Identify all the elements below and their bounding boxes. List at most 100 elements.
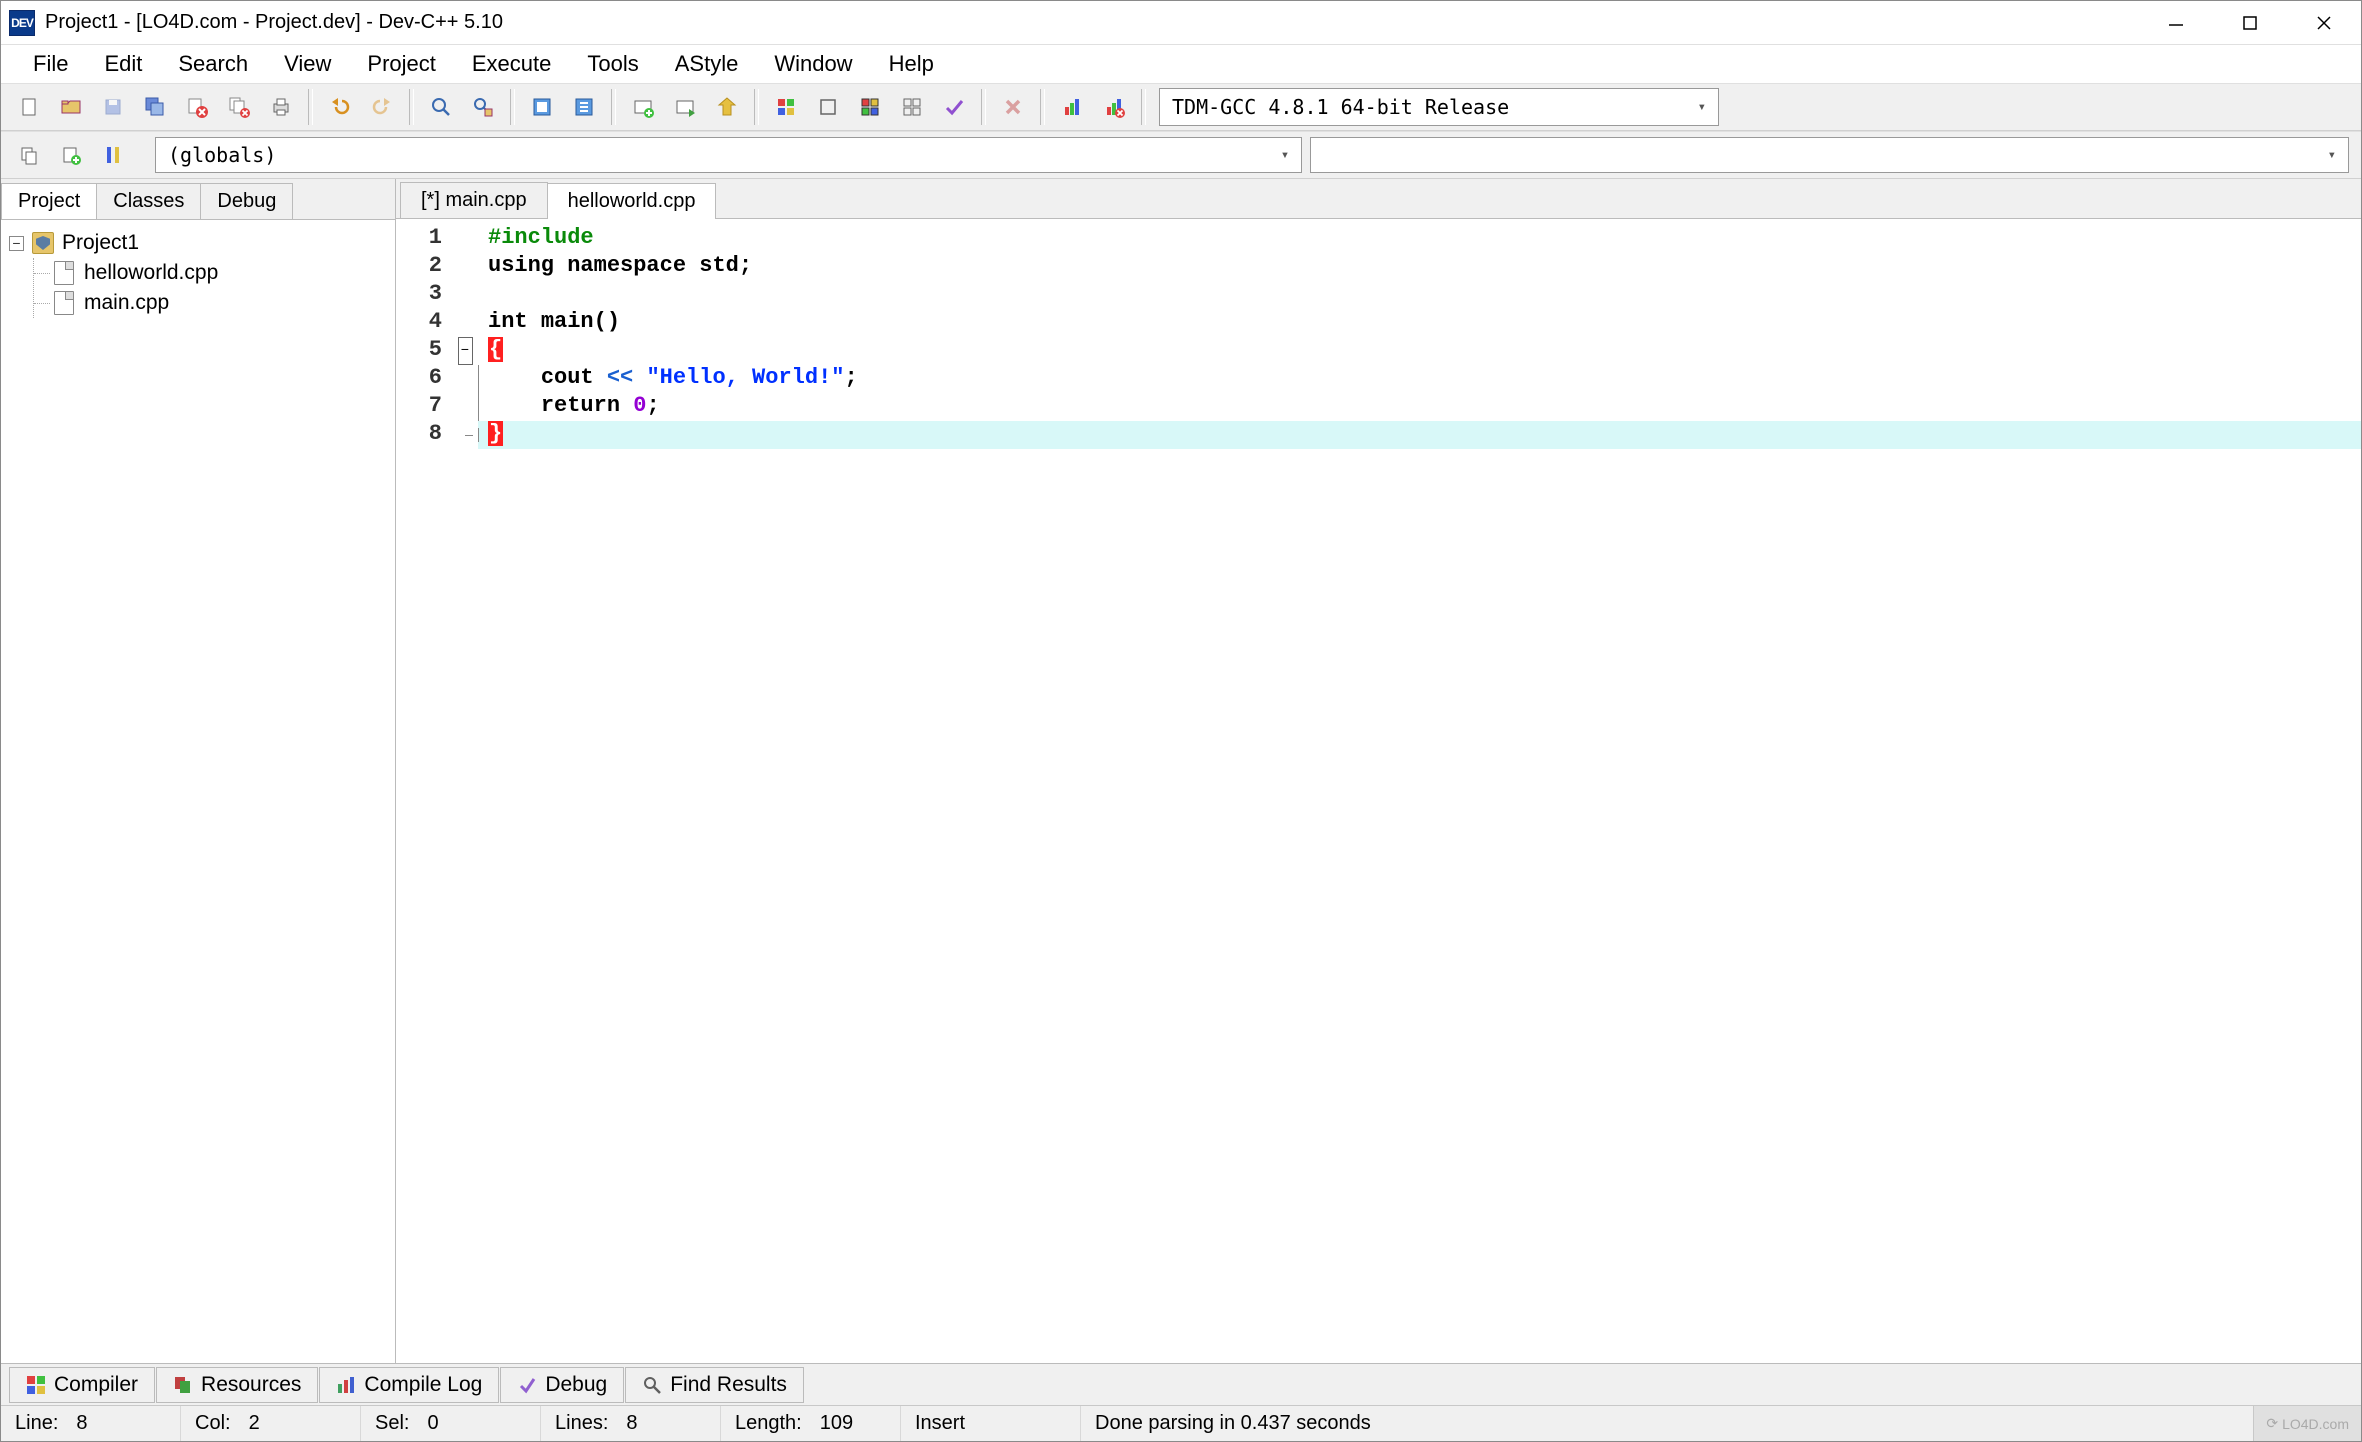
code-editor[interactable]: 12345678−#include using namespace std; i… — [396, 219, 2361, 1363]
code-line[interactable]: return 0; — [488, 393, 2361, 421]
scope-dropdown[interactable]: (globals)▾ — [155, 137, 1302, 173]
left-tab-project[interactable]: Project — [1, 183, 97, 219]
menu-help[interactable]: Help — [871, 47, 952, 81]
editor-tab[interactable]: [*] main.cpp — [400, 182, 548, 218]
new-project-button[interactable] — [10, 136, 48, 174]
status-message: Done parsing in 0.437 seconds — [1081, 1406, 2253, 1441]
output-tab-debug[interactable]: Debug — [500, 1367, 624, 1403]
code-lines[interactable]: #include using namespace std; int main()… — [478, 219, 2361, 1363]
output-tab-find-results[interactable]: Find Results — [625, 1367, 804, 1403]
status-insert-mode: Insert — [901, 1406, 1081, 1441]
tree-file-item[interactable]: helloworld.cpp — [34, 258, 391, 288]
file-icon — [54, 291, 74, 315]
goto-bookmark-button[interactable] — [565, 88, 603, 126]
secondary-toolbar: (globals)▾▾ — [1, 131, 2361, 179]
compiler-dropdown[interactable]: TDM-GCC 4.8.1 64-bit Release▾ — [1159, 88, 1719, 126]
menu-view[interactable]: View — [266, 47, 349, 81]
add-file-button[interactable] — [52, 136, 90, 174]
code-line[interactable] — [488, 281, 2361, 309]
compile-button[interactable] — [624, 88, 662, 126]
menu-execute[interactable]: Execute — [454, 47, 570, 81]
output-tab-resources[interactable]: Resources — [156, 1367, 318, 1403]
code-line[interactable]: } — [478, 421, 2361, 449]
project-panel: ProjectClassesDebug −Project1 helloworld.… — [1, 179, 396, 1363]
output-tabs: CompilerResources Compile Log Debug Find Re… — [1, 1363, 2361, 1405]
watermark-corner: ⟳LO4D.com — [2253, 1406, 2361, 1441]
output-tab-compile-log[interactable]: Compile Log — [319, 1367, 499, 1403]
editor-tabs: [*] main.cpphelloworld.cpp — [396, 179, 2361, 219]
toolbar-separator — [409, 89, 414, 125]
close-all-button[interactable] — [220, 88, 258, 126]
chevron-down-icon: ▾ — [2328, 147, 2336, 163]
profile-button[interactable] — [851, 88, 889, 126]
save-button — [94, 88, 132, 126]
debug-button[interactable] — [893, 88, 931, 126]
tree-root-row[interactable]: −Project1 — [5, 228, 391, 258]
run-button[interactable] — [666, 88, 704, 126]
stop-button — [994, 88, 1032, 126]
redo-button — [363, 88, 401, 126]
left-tab-classes[interactable]: Classes — [96, 183, 201, 219]
toggle-bookmark-button[interactable] — [523, 88, 561, 126]
rebuild-button[interactable] — [767, 88, 805, 126]
window-title: Project1 - [LO4D.com - Project.dev] - De… — [45, 11, 503, 34]
project-panel-tabs: ProjectClassesDebug — [1, 179, 395, 219]
profiling-results-button[interactable] — [1053, 88, 1091, 126]
menu-project[interactable]: Project — [349, 47, 453, 81]
open-file-button[interactable] — [52, 88, 90, 126]
fold-toggle-icon[interactable]: − — [458, 337, 473, 365]
replace-button[interactable] — [464, 88, 502, 126]
toolbar-separator — [308, 89, 313, 125]
output-tab-label: Compile Log — [364, 1373, 482, 1397]
project-tree[interactable]: −Project1 helloworld.cpp main.cpp — [1, 219, 395, 1363]
close-file-button[interactable] — [178, 88, 216, 126]
menu-window[interactable]: Window — [756, 47, 870, 81]
undo-button[interactable] — [321, 88, 359, 126]
compile-run-button[interactable] — [708, 88, 746, 126]
project-options-button[interactable] — [94, 136, 132, 174]
editor-tab[interactable]: helloworld.cpp — [547, 183, 717, 219]
editor-area: [*] main.cpphelloworld.cpp 12345678−#inc… — [396, 179, 2361, 1363]
find-button[interactable] — [422, 88, 460, 126]
delete-profiling-button[interactable] — [1095, 88, 1133, 126]
output-tab-label: Debug — [545, 1373, 607, 1397]
status-lines: Lines:8 — [541, 1406, 721, 1441]
tree-file-label: helloworld.cpp — [84, 261, 218, 285]
main-toolbar: TDM-GCC 4.8.1 64-bit Release▾ — [1, 83, 2361, 131]
line-number-gutter: 12345678 — [396, 219, 452, 1363]
left-tab-debug[interactable]: Debug — [200, 183, 293, 219]
compiler-icon — [26, 1375, 46, 1395]
toolbar-separator — [1141, 89, 1146, 125]
app-icon: DEV — [9, 10, 35, 36]
syntax-check-button[interactable] — [809, 88, 847, 126]
menu-tools[interactable]: Tools — [569, 47, 656, 81]
tree-collapse-icon[interactable]: − — [9, 236, 24, 251]
save-all-button[interactable] — [136, 88, 174, 126]
toolbar-separator — [981, 89, 986, 125]
fold-gutter: − — [452, 219, 478, 1363]
main-split: ProjectClassesDebug −Project1 helloworld.… — [1, 179, 2361, 1363]
output-tab-compiler[interactable]: Compiler — [9, 1367, 155, 1403]
member-dropdown[interactable]: ▾ — [1310, 137, 2349, 173]
check-button[interactable] — [935, 88, 973, 126]
chevron-down-icon: ▾ — [1281, 147, 1289, 163]
menu-astyle[interactable]: AStyle — [657, 47, 757, 81]
menu-file[interactable]: File — [15, 47, 86, 81]
maximize-button[interactable] — [2213, 1, 2287, 44]
menu-search[interactable]: Search — [160, 47, 266, 81]
close-window-button[interactable] — [2287, 1, 2361, 44]
code-line[interactable]: using namespace std; — [488, 253, 2361, 281]
code-line[interactable]: int main() — [488, 309, 2361, 337]
toolbar-separator — [754, 89, 759, 125]
code-line[interactable]: cout << "Hello, World!"; — [488, 365, 2361, 393]
resources-icon — [173, 1375, 193, 1395]
new-file-button[interactable] — [10, 88, 48, 126]
menu-edit[interactable]: Edit — [86, 47, 160, 81]
tree-file-item[interactable]: main.cpp — [34, 288, 391, 318]
chevron-down-icon: ▾ — [1698, 99, 1706, 115]
code-line[interactable]: #include — [488, 225, 2361, 253]
print-button[interactable] — [262, 88, 300, 126]
toolbar-separator — [611, 89, 616, 125]
code-line[interactable]: { — [488, 337, 2361, 365]
minimize-button[interactable] — [2139, 1, 2213, 44]
